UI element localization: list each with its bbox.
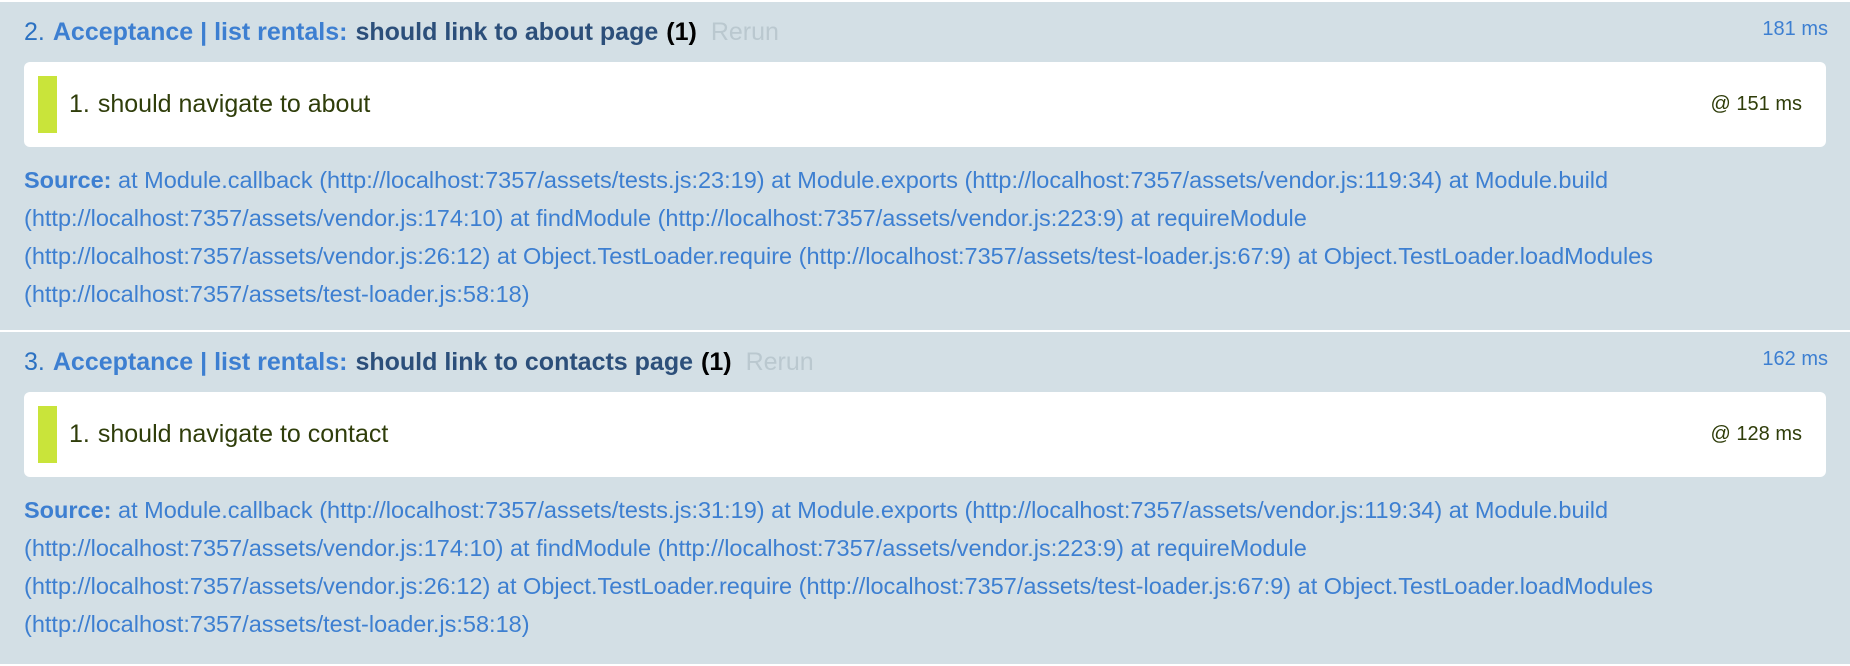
- assertion-count: (1): [666, 17, 697, 46]
- assertion-text: should navigate to about: [97, 90, 371, 118]
- assertion-item: 1. should navigate to about @ 151 ms: [24, 62, 1826, 147]
- test-result-item: 2. Acceptance | list rentals: should lin…: [0, 0, 1850, 330]
- source-line: (http://localhost:7357/assets/vendor.js:…: [24, 205, 1307, 231]
- assertion-text: should navigate to contact: [97, 420, 389, 448]
- source-trace: Source: at Module.callback (http://local…: [24, 477, 1826, 643]
- test-results-list: 2. Acceptance | list rentals: should lin…: [0, 0, 1850, 664]
- rerun-link[interactable]: Rerun: [711, 18, 779, 47]
- test-number: 3.: [24, 347, 45, 376]
- assertion-message: 1. should navigate to about: [69, 90, 370, 119]
- assertion-time: @ 151 ms: [1710, 93, 1802, 115]
- assertion-count: (1): [701, 347, 732, 376]
- assertion-message: 1. should navigate to contact: [69, 420, 388, 449]
- source-line: (http://localhost:7357/assets/vendor.js:…: [24, 243, 1653, 269]
- test-header: 2. Acceptance | list rentals: should lin…: [24, 2, 1826, 62]
- source-label: Source:: [24, 497, 112, 523]
- source-line: (http://localhost:7357/assets/vendor.js:…: [24, 535, 1307, 561]
- test-name[interactable]: should link to about page: [355, 18, 658, 47]
- assertion-number: 1.: [69, 90, 90, 118]
- assertion-time: @ 128 ms: [1710, 423, 1802, 445]
- test-number: 2.: [24, 17, 45, 46]
- assertion-number: 1.: [69, 420, 90, 448]
- assertion-item: 1. should navigate to contact @ 128 ms: [24, 392, 1826, 477]
- test-name[interactable]: should link to contacts page: [355, 348, 693, 377]
- pass-indicator: [38, 76, 57, 133]
- source-line: (http://localhost:7357/assets/test-loade…: [24, 611, 530, 637]
- test-result-item: 3. Acceptance | list rentals: should lin…: [0, 330, 1850, 664]
- module-name: Acceptance | list rentals:: [52, 347, 348, 376]
- source-label: Source:: [24, 167, 112, 193]
- test-header: 3. Acceptance | list rentals: should lin…: [24, 332, 1826, 392]
- pass-indicator: [38, 406, 57, 463]
- source-line: (http://localhost:7357/assets/vendor.js:…: [24, 573, 1653, 599]
- module-name: Acceptance | list rentals:: [52, 17, 348, 46]
- source-trace: Source: at Module.callback (http://local…: [24, 147, 1826, 313]
- test-runtime: 181 ms: [1762, 18, 1828, 40]
- source-line: at Module.callback (http://localhost:735…: [118, 497, 1609, 523]
- source-line: at Module.callback (http://localhost:735…: [118, 167, 1609, 193]
- source-line: (http://localhost:7357/assets/test-loade…: [24, 281, 530, 307]
- test-runtime: 162 ms: [1762, 348, 1828, 370]
- rerun-link[interactable]: Rerun: [746, 348, 814, 377]
